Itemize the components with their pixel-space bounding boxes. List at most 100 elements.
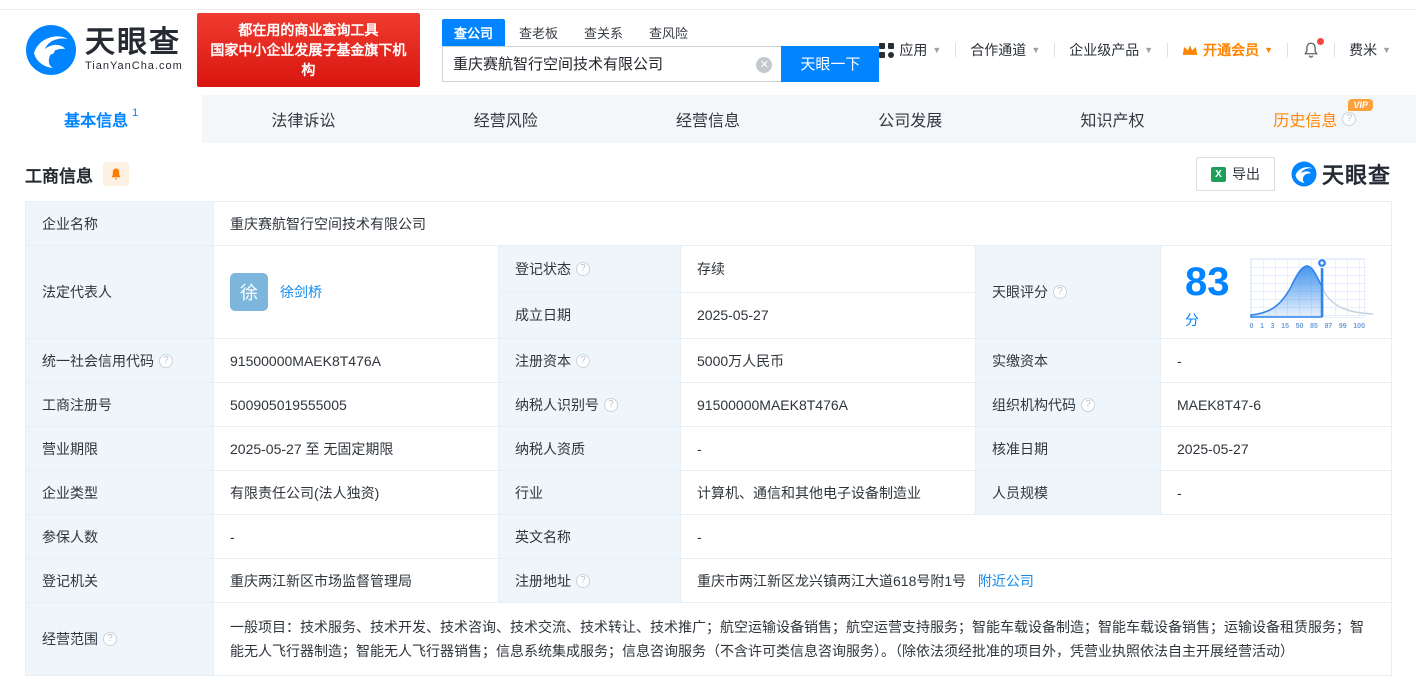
divider: [1334, 43, 1336, 57]
search-tab-company[interactable]: 查公司: [441, 18, 505, 46]
watermark-text: 天眼查: [1321, 163, 1391, 188]
company-name-value: 重庆赛航智行空间技术有限公司: [212, 201, 1393, 246]
establish-date-label: 成立日期: [498, 291, 681, 339]
tab-operation-risk[interactable]: 经营风险: [405, 95, 607, 143]
table-row: 经营范围 一般项目：技术服务、技术开发、技术咨询、技术交流、技术转让、技术推广；…: [25, 602, 1393, 676]
excel-icon: X: [1210, 166, 1226, 182]
chevron-down-icon: ▼: [1264, 45, 1274, 55]
chevron-down-icon: ▼: [1031, 45, 1041, 55]
avatar[interactable]: 徐: [230, 273, 268, 311]
help-icon[interactable]: [159, 353, 173, 368]
divider: [1054, 43, 1056, 57]
reg-capital-value: 5000万人民币: [680, 338, 976, 383]
paid-capital-label: 实缴资本: [975, 338, 1161, 383]
tab-history-info[interactable]: VIP 历史信息: [1214, 95, 1416, 143]
industry-value: 计算机、通信和其他电子设备制造业: [680, 470, 976, 515]
table-row: 营业期限 2025-05-27 至 无固定期限 纳税人资质 - 核准日期 202…: [25, 426, 1393, 471]
insured-count-label: 参保人数: [25, 514, 214, 559]
nav-apps-label: 应用: [899, 42, 928, 58]
tianyancha-logo[interactable]: 天眼查 TianYanCha.com: [25, 24, 183, 76]
nav-partner-label: 合作通道: [970, 42, 1027, 58]
reg-address-label: 注册地址: [498, 558, 681, 603]
nav-enterprise-label: 企业级产品: [1069, 42, 1140, 58]
tab-basic-info-label: 基本信息: [64, 113, 129, 130]
tab-intellectual-property[interactable]: 知识产权: [1011, 95, 1213, 143]
reg-status-value: 存续: [680, 245, 976, 293]
section-head: 工商信息 X 导出 天眼查: [0, 143, 1416, 201]
insured-count-value: -: [213, 514, 499, 559]
nav-enterprise[interactable]: 企业级产品 ▼: [1069, 40, 1153, 60]
nearby-companies-link[interactable]: 附近公司: [978, 573, 1034, 589]
reg-address-text: 重庆市两江新区龙兴镇两江大道618号附1号: [697, 572, 967, 589]
reg-address-value: 重庆市两江新区龙兴镇两江大道618号附1号 附近公司: [679, 558, 1393, 603]
help-icon[interactable]: [103, 632, 117, 646]
reg-number-value: 500905019555005: [213, 382, 499, 427]
tab-legal-label: 法律诉讼: [271, 113, 336, 130]
credit-code-label: 统一社会信用代码: [25, 338, 214, 383]
nav-partner[interactable]: 合作通道 ▼: [970, 40, 1040, 60]
score-axis: 01 3 15 50 85 97 99 100: [1249, 323, 1365, 330]
help-icon[interactable]: [1053, 285, 1067, 299]
nav-vip-label: 开通会员: [1203, 42, 1260, 58]
staff-size-label: 人员规模: [975, 470, 1161, 515]
search-tab-relation[interactable]: 查关系: [572, 19, 635, 46]
score-value: 83分: [1185, 260, 1230, 328]
export-label: 导出: [1231, 166, 1260, 182]
clear-icon[interactable]: ✕: [756, 56, 773, 73]
business-term-value: 2025-05-27 至 无固定期限: [213, 426, 499, 471]
table-row: 企业名称 重庆赛航智行空间技术有限公司: [25, 201, 1393, 246]
help-icon[interactable]: [576, 261, 590, 276]
tab-operation-info-label: 经营信息: [675, 113, 740, 130]
notification-bell[interactable]: [1302, 38, 1325, 59]
table-row: 法定代表人 徐 徐剑桥 登记状态 存续 天眼评分 83分: [25, 245, 1393, 339]
section-title: 工商信息: [25, 166, 93, 186]
business-scope-label: 经营范围: [25, 602, 214, 676]
nav-apps[interactable]: 应用 ▼: [879, 40, 941, 60]
vip-badge: VIP: [1348, 99, 1373, 111]
notification-dot: [1317, 38, 1325, 45]
nav-vip[interactable]: 开通会员 ▼: [1182, 40, 1273, 60]
top-strip: [0, 0, 1416, 10]
grid-icon: [879, 42, 895, 58]
company-type-label: 企业类型: [25, 470, 214, 515]
tab-legal[interactable]: 法律诉讼: [202, 95, 404, 143]
nav-user-label: 费米: [1349, 42, 1378, 58]
reg-authority-value: 重庆两江新区市场监督管理局: [213, 558, 499, 603]
search-tab-risk[interactable]: 查风险: [637, 19, 700, 46]
tab-company-development[interactable]: 公司发展: [809, 95, 1011, 143]
score-chart: 01 3 15 50 85 97 99 100: [1248, 256, 1373, 330]
subscribe-bell-button[interactable]: [103, 162, 129, 186]
taxpayer-quality-label: 纳税人资质: [498, 426, 681, 471]
tab-basic-info[interactable]: 基本信息 1: [0, 95, 203, 143]
table-row: 企业类型 有限责任公司(法人独资) 行业 计算机、通信和其他电子设备制造业 人员…: [25, 470, 1393, 515]
help-icon[interactable]: [604, 397, 618, 412]
table-row: 登记机关 重庆两江新区市场监督管理局 注册地址 重庆市两江新区龙兴镇两江大道61…: [25, 558, 1393, 603]
search-button[interactable]: 天眼一下: [781, 45, 880, 82]
slogan-line-1: 都在用的商业查询工具: [238, 22, 379, 38]
business-scope-value: 一般项目：技术服务、技术开发、技术咨询、技术交流、技术转让、技术推广；航空运输设…: [212, 602, 1393, 676]
score-cell: 83分 0 1 3 15 50 85 97 99 100: [1159, 245, 1393, 339]
divider: [1167, 43, 1169, 57]
legal-rep-link[interactable]: 徐剑桥: [280, 282, 322, 302]
search-tabs: 查公司 查老板 查关系 查风险: [441, 18, 879, 46]
slogan-line-2: 国家中小企业发展子基金旗下机构: [210, 42, 407, 78]
company-type-value: 有限责任公司(法人独资): [213, 470, 499, 515]
tab-intellectual-property-label: 知识产权: [1080, 113, 1145, 130]
nav-user[interactable]: 费米 ▼: [1349, 40, 1391, 60]
reg-number-label: 工商注册号: [25, 382, 214, 427]
tab-operation-risk-label: 经营风险: [473, 113, 538, 130]
taxpayer-id-label: 纳税人识别号: [498, 382, 681, 427]
search-tab-boss[interactable]: 查老板: [507, 19, 570, 46]
tab-operation-info[interactable]: 经营信息: [607, 95, 809, 143]
approval-date-value: 2025-05-27: [1159, 426, 1393, 471]
help-icon[interactable]: [576, 353, 590, 368]
help-icon[interactable]: [1342, 112, 1357, 126]
export-button[interactable]: X 导出: [1195, 157, 1275, 191]
help-icon[interactable]: [576, 573, 590, 588]
tianyancha-logo-icon: [26, 25, 76, 75]
search-input[interactable]: [442, 46, 782, 81]
reg-capital-label: 注册资本: [498, 338, 681, 383]
help-icon[interactable]: [1081, 397, 1095, 412]
credit-code-value: 91500000MAEK8T476A: [213, 338, 499, 383]
brand-slogan: 都在用的商业查询工具 国家中小企业发展子基金旗下机构: [196, 13, 420, 87]
